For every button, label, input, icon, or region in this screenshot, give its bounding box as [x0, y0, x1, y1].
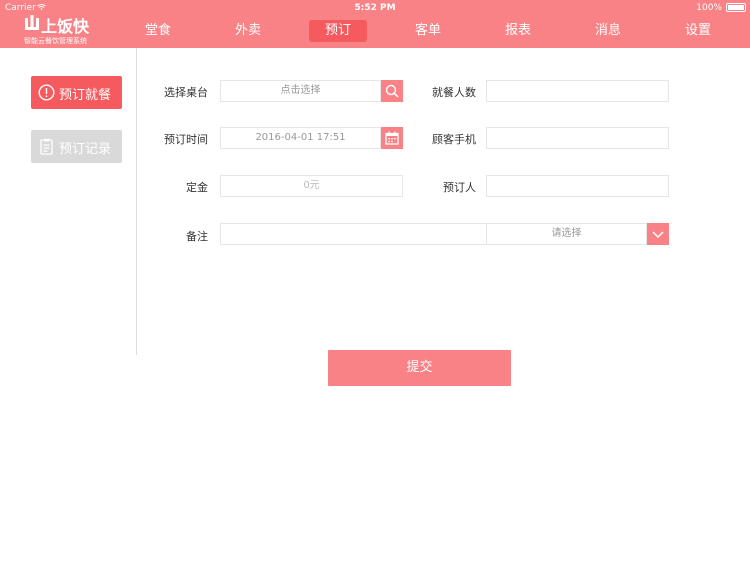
- app-logo: 上饭快 智能云餐饮管理系统: [24, 15, 100, 45]
- status-bar: Carrier 5:52 PM 100%: [0, 0, 750, 16]
- table-label: 选择桌台: [164, 86, 208, 99]
- calendar-icon: [385, 131, 399, 145]
- note-label: 备注: [186, 230, 208, 243]
- nav-tab-reports[interactable]: 报表: [489, 20, 547, 42]
- table-search-button[interactable]: [381, 80, 403, 102]
- nav-tab-reservation[interactable]: 预订: [309, 20, 367, 42]
- submit-button[interactable]: 提交: [328, 350, 511, 386]
- nav-tab-settings[interactable]: 设置: [669, 20, 727, 42]
- search-icon: [385, 84, 399, 98]
- table-select-field[interactable]: 点击选择: [220, 80, 381, 102]
- nav-tab-dine-in[interactable]: 堂食: [129, 20, 187, 42]
- guests-input[interactable]: [486, 80, 669, 102]
- clock-label: 5:52 PM: [354, 3, 396, 13]
- main-nav: 堂食 外卖 预订 客单 报表 消息 设置: [118, 20, 750, 42]
- sidebar: 预订就餐 预订记录: [0, 48, 137, 355]
- note-preset-select[interactable]: 请选择: [486, 223, 647, 245]
- alert-circle-icon: [38, 84, 55, 101]
- logo-slogan: 智能云餐饮管理系统: [24, 37, 87, 45]
- guests-label: 就餐人数: [432, 86, 476, 99]
- battery-label: 100%: [696, 3, 722, 13]
- sidebar-records-button[interactable]: 预订记录: [31, 130, 122, 163]
- logo-icon: [25, 15, 39, 30]
- sidebar-reserve-label: 预订就餐: [59, 88, 112, 103]
- battery-icon: [726, 3, 746, 12]
- reserver-label: 预订人: [443, 181, 476, 194]
- note-input[interactable]: [220, 223, 487, 245]
- nav-tab-orders[interactable]: 客单: [399, 20, 457, 42]
- phone-label: 顾客手机: [432, 133, 476, 146]
- phone-input[interactable]: [486, 127, 669, 149]
- sidebar-reserve-button[interactable]: 预订就餐: [31, 76, 122, 109]
- app-window: Carrier 5:52 PM 100% 上饭快 智能云餐饮管理系统 堂食 外卖: [0, 0, 750, 563]
- nav-tab-messages[interactable]: 消息: [579, 20, 637, 42]
- chevron-down-icon: [652, 231, 664, 239]
- time-calendar-button[interactable]: [381, 127, 403, 149]
- logo-brand: 上饭快: [41, 17, 90, 36]
- time-label: 预订时间: [164, 133, 208, 146]
- deposit-label: 定金: [186, 181, 208, 194]
- top-header: Carrier 5:52 PM 100% 上饭快 智能云餐饮管理系统 堂食 外卖: [0, 0, 750, 48]
- time-input[interactable]: 2016-04-01 17:51: [220, 127, 381, 149]
- nav-tab-takeout[interactable]: 外卖: [219, 20, 277, 42]
- reserver-input[interactable]: [486, 175, 669, 197]
- note-dropdown-button[interactable]: [647, 223, 669, 245]
- sidebar-records-label: 预订记录: [59, 142, 112, 157]
- clipboard-icon: [40, 138, 53, 155]
- deposit-input[interactable]: 0元: [220, 175, 403, 197]
